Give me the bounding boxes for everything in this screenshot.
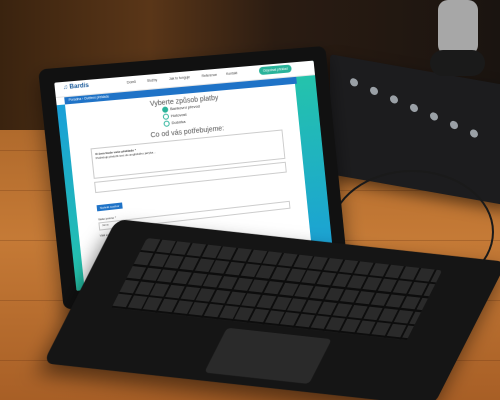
photo-scene: ♫ Bardis Domů Služby Jak to funguje Refe… <box>0 0 500 400</box>
microphone-icon <box>430 0 485 76</box>
upload-button[interactable]: Nahrát soubor <box>96 202 123 212</box>
mixer-knob <box>410 103 418 113</box>
mixer-knob <box>470 128 478 139</box>
touchpad <box>204 327 332 384</box>
mixer-knob <box>370 86 378 96</box>
nav-item-services[interactable]: Služby <box>147 78 158 83</box>
mixer-knob <box>390 94 398 105</box>
nav-item-how[interactable]: Jak to funguje <box>169 75 190 81</box>
mixer-knob <box>450 120 458 130</box>
radio-icon <box>162 113 170 120</box>
keyboard-rows <box>111 238 443 341</box>
nav-item-contact[interactable]: Kontakt <box>226 71 238 76</box>
logo-text: Bardis <box>69 82 90 91</box>
mixer-knob <box>350 77 358 88</box>
payment-option-label: Dobírka <box>171 118 186 126</box>
main-content: Vyberte způsob platby Bankovní převod Ho… <box>78 89 299 239</box>
radio-icon <box>163 120 170 127</box>
mixer-knob <box>430 111 438 122</box>
payment-option-label: Hotovost <box>170 111 187 119</box>
nav-item-home[interactable]: Domů <box>127 80 137 85</box>
nav-item-references[interactable]: Reference <box>201 73 217 78</box>
order-button[interactable]: Objednat překlad <box>258 64 292 76</box>
accent-bar-right <box>292 60 334 262</box>
site-logo[interactable]: ♫ Bardis <box>63 83 89 91</box>
radio-selected-icon <box>161 106 169 113</box>
